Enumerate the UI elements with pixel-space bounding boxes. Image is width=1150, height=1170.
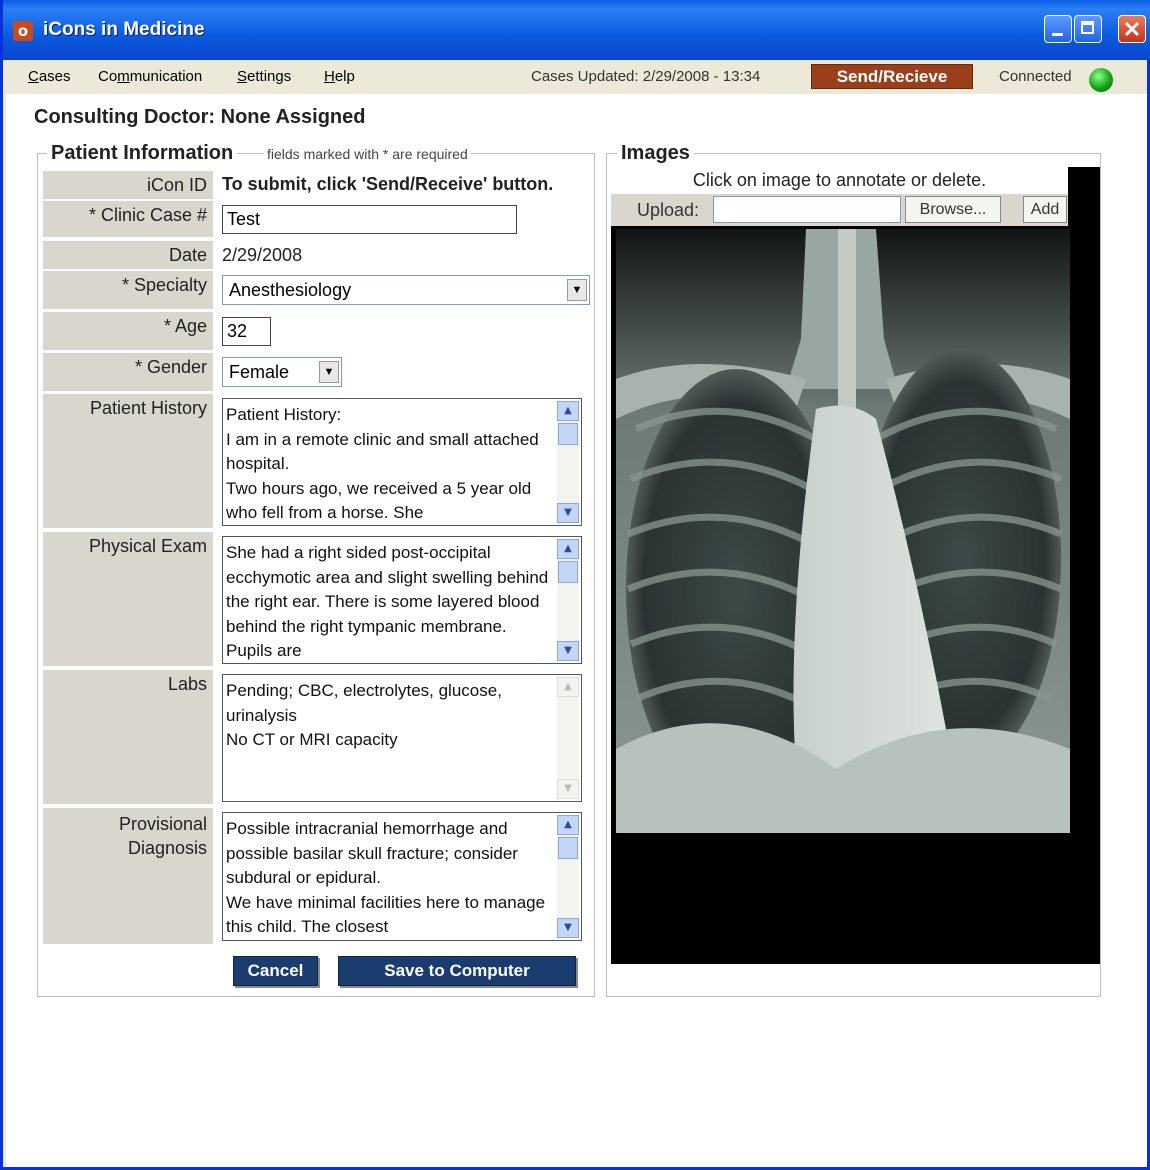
specialty-label: * Specialty [43,271,213,309]
labs-textarea[interactable]: Pending; CBC, electrolytes, glucose, uri… [222,674,582,802]
maximize-icon [1081,21,1094,34]
menu-help[interactable]: Help [324,68,355,85]
specialty-select[interactable]: Anesthesiology ▼ [222,275,590,305]
scrollbar[interactable]: ▲ ▼ [557,539,579,661]
gender-select[interactable]: Female ▼ [222,357,342,387]
physical-exam-text: She had a right sided post-occipital ecc… [226,543,549,660]
app-window: o iCons in Medicine Cases Communication … [0,0,1150,1170]
provisional-diagnosis-textarea[interactable]: Possible intracranial hemorrhage and pos… [222,812,582,941]
scroll-thumb[interactable] [558,423,578,445]
app-logo-icon: o [13,21,33,41]
close-button[interactable] [1118,15,1146,43]
clinic-case-input[interactable]: Test [222,205,517,234]
scrollbar[interactable]: ▲ ▼ [557,815,579,938]
gender-value: Female [229,362,290,382]
upload-path-input[interactable] [713,196,901,223]
scroll-up-icon: ▲ [557,677,579,697]
scroll-up-icon[interactable]: ▲ [557,815,579,835]
close-icon [1124,21,1140,37]
cases-updated-status: Cases Updated: 2/29/2008 - 13:34 [531,68,761,85]
patient-history-label: Patient History [43,394,213,528]
add-image-button[interactable]: Add [1023,196,1067,223]
date-label: Date [43,241,213,269]
minimize-icon [1052,33,1063,36]
patient-info-legend: Patient Information [47,142,238,165]
scroll-down-icon[interactable]: ▼ [557,918,579,938]
send-receive-button[interactable]: Send/Recieve [811,64,973,89]
scroll-down-icon[interactable]: ▼ [557,641,579,661]
browse-button[interactable]: Browse... [905,196,1001,223]
patient-history-textarea[interactable]: Patient History: I am in a remote clinic… [222,398,582,526]
save-to-computer-button[interactable]: Save to Computer [338,956,576,986]
scroll-down-icon: ▼ [557,779,579,799]
clinic-case-label: * Clinic Case # [43,201,213,237]
labs-text: Pending; CBC, electrolytes, glucose, uri… [226,681,502,749]
scrollbar: ▲ ▼ [557,677,579,799]
scroll-up-icon[interactable]: ▲ [557,539,579,559]
required-fields-note: fields marked with * are required [264,146,471,162]
labs-label: Labs [43,670,213,804]
scroll-thumb[interactable] [558,561,578,583]
chest-xray-image[interactable] [616,229,1070,833]
menu-communication[interactable]: Communication [98,68,202,85]
window-title: iCons in Medicine [43,19,205,40]
provisional-diagnosis-text: Possible intracranial hemorrhage and pos… [226,819,546,936]
menu-settings[interactable]: Settings [237,68,291,85]
menu-cases[interactable]: Cases [28,68,71,85]
image-instructions: Click on image to annotate or delete. [611,167,1068,194]
scroll-thumb[interactable] [558,837,578,859]
physical-exam-textarea[interactable]: She had a right sided post-occipital ecc… [222,536,582,664]
patient-history-text: Patient History: I am in a remote clinic… [226,405,539,522]
cancel-button[interactable]: Cancel [233,956,318,986]
icon-id-value: To submit, click 'Send/Receive' button. [222,174,554,194]
physical-exam-label: Physical Exam [43,532,213,666]
consulting-doctor: Consulting Doctor: None Assigned [34,106,366,128]
upload-label: Upload: [637,200,700,220]
upload-row: Upload: Browse... Add [611,194,1068,226]
specialty-value: Anesthesiology [229,280,352,300]
connection-indicator-icon [1089,68,1113,92]
gender-label: * Gender [43,353,213,391]
provisional-diagnosis-label-line1: Provisional [118,814,207,834]
maximize-button[interactable] [1074,15,1102,43]
scrollbar[interactable]: ▲ ▼ [557,401,579,523]
menu-bar: Cases Communication Settings Help Cases … [6,60,1147,95]
age-label: * Age [43,312,213,350]
provisional-diagnosis-label: Provisional Diagnosis [43,808,213,944]
scroll-up-icon[interactable]: ▲ [557,401,579,421]
connection-status: Connected [999,68,1072,85]
minimize-button[interactable] [1044,15,1072,43]
chevron-down-icon[interactable]: ▼ [319,361,339,383]
title-bar[interactable]: o iCons in Medicine [3,0,1150,60]
age-input[interactable]: 32 [222,317,271,346]
images-legend: Images [617,142,694,165]
provisional-diagnosis-label-line2: Diagnosis [127,838,207,858]
icon-id-label: iCon ID [43,171,213,199]
date-value: 2/29/2008 [222,245,303,265]
scroll-down-icon[interactable]: ▼ [557,503,579,523]
chevron-down-icon[interactable]: ▼ [567,279,587,301]
